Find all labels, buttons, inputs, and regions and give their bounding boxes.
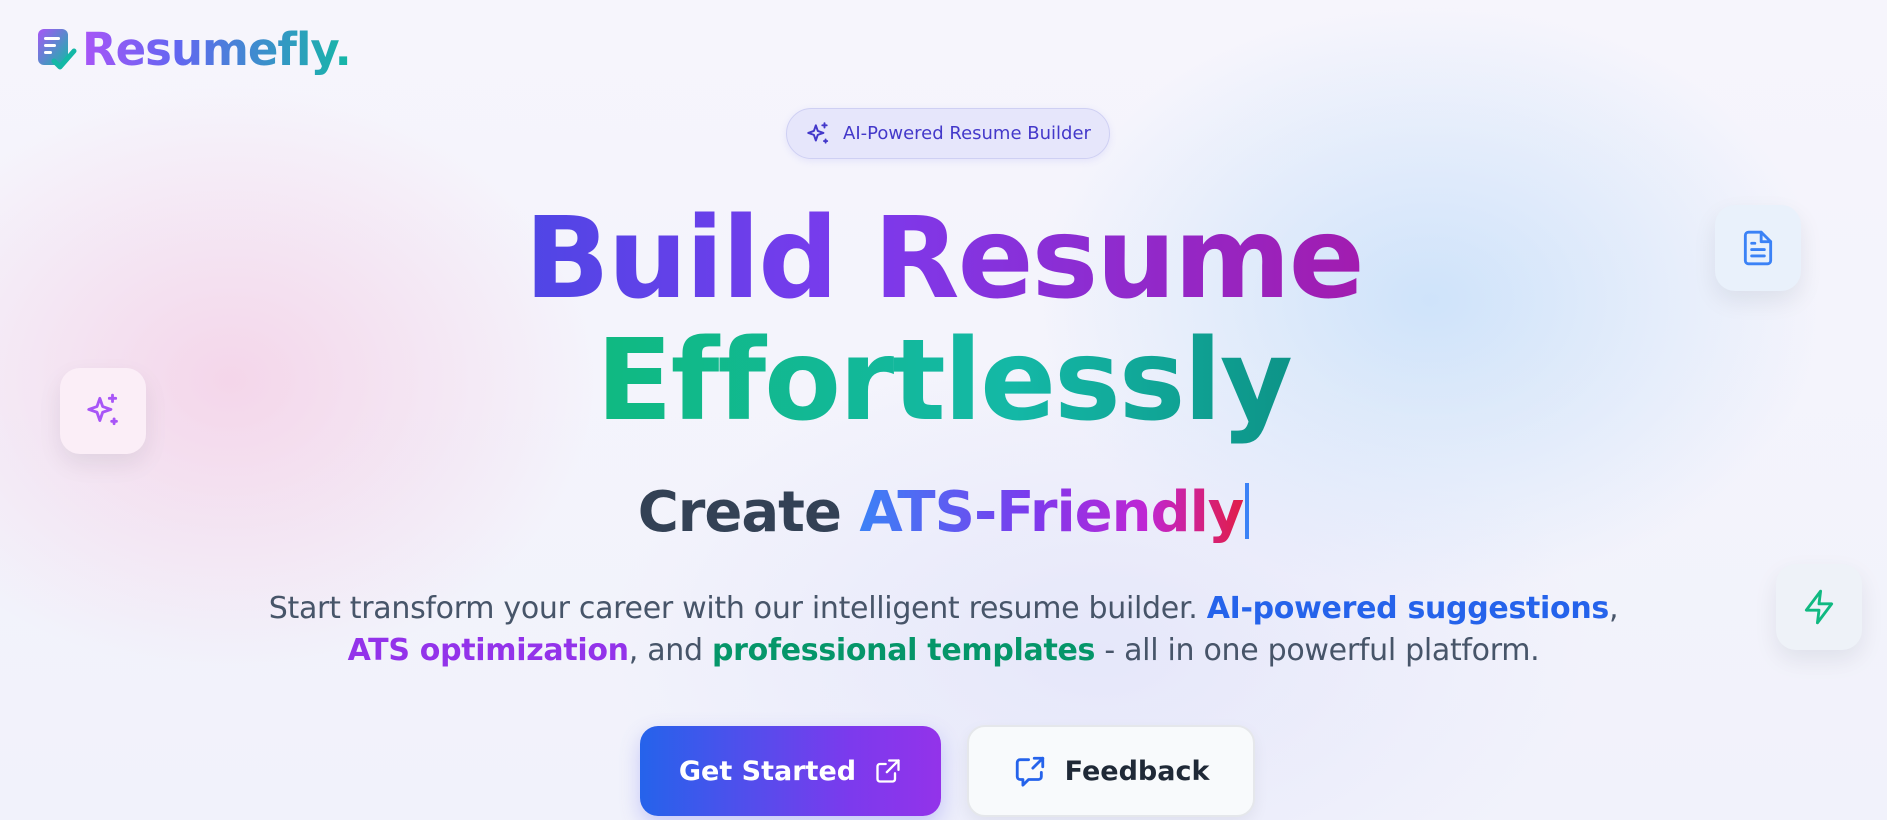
external-link-icon [876,759,900,783]
brand-logo[interactable]: Resumefly. [36,23,352,76]
resume-check-icon [38,29,77,70]
brand-name: Resumefly. [82,23,352,76]
highlight-ai-suggestions: AI-powered suggestions [1206,591,1610,626]
floating-card-document [1715,205,1801,291]
hero-title-line1: Build Resume [524,194,1364,324]
highlight-ats-optimization: ATS optimization [347,633,629,668]
floating-card-sparkles [60,368,146,454]
feedback-button[interactable]: Feedback [967,725,1255,817]
get-started-button[interactable]: Get Started [640,726,941,816]
sparkles-icon [807,121,829,144]
typing-cursor [1245,483,1250,539]
highlight-professional-templates: professional templates [711,633,1096,668]
hero-subheading: Create ATS-Friendly [0,478,1887,548]
sparkles-icon [87,393,118,426]
subhead-prefix: Create [637,480,860,545]
document-icon [1743,230,1773,266]
ai-badge: AI-Powered Resume Builder [786,108,1110,159]
get-started-label: Get Started [678,755,857,787]
message-share-icon [1015,756,1044,787]
feedback-label: Feedback [1064,755,1210,787]
badge-label: AI-Powered Resume Builder [843,123,1091,144]
subhead-typed-text: ATS-Friendly [859,480,1244,545]
hero-title-line2: Effortlessly [596,316,1293,446]
hero-description: Start transform your career with our int… [268,591,1619,668]
lightning-bolt-icon [1804,589,1834,625]
floating-card-bolt [1776,564,1862,650]
